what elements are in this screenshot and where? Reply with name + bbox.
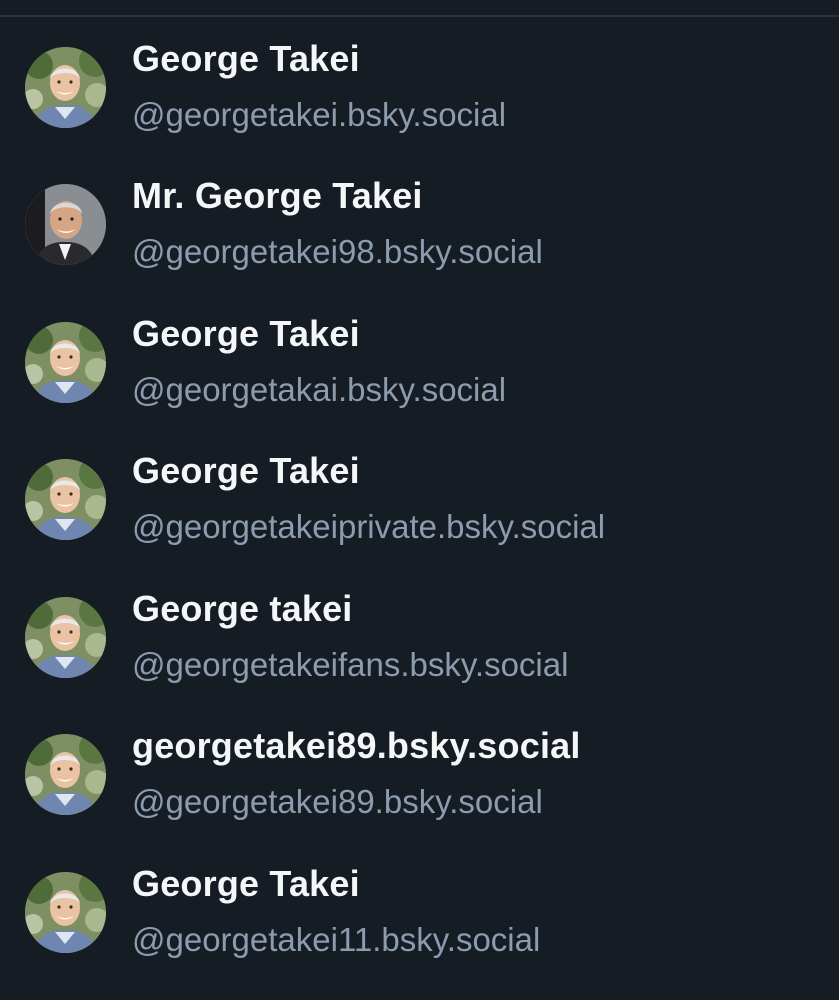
top-divider	[0, 0, 839, 17]
handle: @georgetakei98.bsky.social	[132, 233, 543, 270]
profile-photo	[25, 734, 106, 815]
display-name: George Takei	[132, 38, 360, 79]
list-item[interactable]: George Takei @georgetakei.bsky.social	[0, 19, 839, 156]
avatar[interactable]	[25, 734, 106, 815]
handle: @georgetakai.bsky.social	[132, 370, 507, 408]
handle: @georgetakei.bsky.social	[132, 96, 507, 133]
profile-photo	[25, 321, 106, 403]
display-name: George Takei	[132, 312, 360, 354]
list-item[interactable]: George takei @georgetakeifans.bsky.socia…	[0, 569, 839, 707]
profile-text: George Takei @georgetakei.bsky.social	[132, 37, 819, 137]
avatar[interactable]	[25, 47, 106, 128]
handle: @georgetakeiprivate.bsky.social	[132, 508, 606, 545]
profile-photo	[25, 596, 106, 678]
display-name: Mr. George Takei	[132, 175, 423, 216]
profile-photo	[25, 184, 106, 265]
profile-text: George takei @georgetakeifans.bsky.socia…	[132, 587, 819, 687]
display-name: George Takei	[132, 450, 360, 491]
avatar[interactable]	[25, 184, 106, 265]
search-results-list: George Takei @georgetakei.bsky.social Mr…	[0, 19, 839, 981]
list-item[interactable]: George Takei @georgetakei11.bsky.social	[0, 844, 839, 982]
profile-photo	[25, 47, 106, 128]
handle: @georgetakei11.bsky.social	[132, 920, 541, 958]
display-name: George takei	[132, 587, 353, 629]
avatar[interactable]	[25, 596, 106, 678]
profile-text: George Takei @georgetakai.bsky.social	[132, 312, 819, 412]
handle: @georgetakeifans.bsky.social	[132, 645, 569, 683]
profile-text: George Takei @georgetakei11.bsky.social	[132, 862, 819, 962]
profile-text: Mr. George Takei @georgetakei98.bsky.soc…	[132, 174, 819, 274]
profile-text: georgetakei89.bsky.social @georgetakei89…	[132, 724, 819, 824]
profile-photo	[25, 459, 106, 540]
avatar[interactable]	[25, 459, 106, 540]
list-item[interactable]: georgetakei89.bsky.social @georgetakei89…	[0, 706, 839, 844]
profile-text: George Takei @georgetakeiprivate.bsky.so…	[132, 449, 819, 549]
profile-photo	[25, 871, 106, 953]
avatar[interactable]	[25, 321, 106, 403]
handle: @georgetakei89.bsky.social	[132, 783, 543, 820]
avatar[interactable]	[25, 871, 106, 953]
display-name: georgetakei89.bsky.social	[132, 725, 581, 766]
list-item[interactable]: George Takei @georgetakai.bsky.social	[0, 294, 839, 432]
list-item[interactable]: George Takei @georgetakeiprivate.bsky.so…	[0, 431, 839, 569]
display-name: George Takei	[132, 862, 360, 904]
list-item[interactable]: Mr. George Takei @georgetakei98.bsky.soc…	[0, 156, 839, 294]
